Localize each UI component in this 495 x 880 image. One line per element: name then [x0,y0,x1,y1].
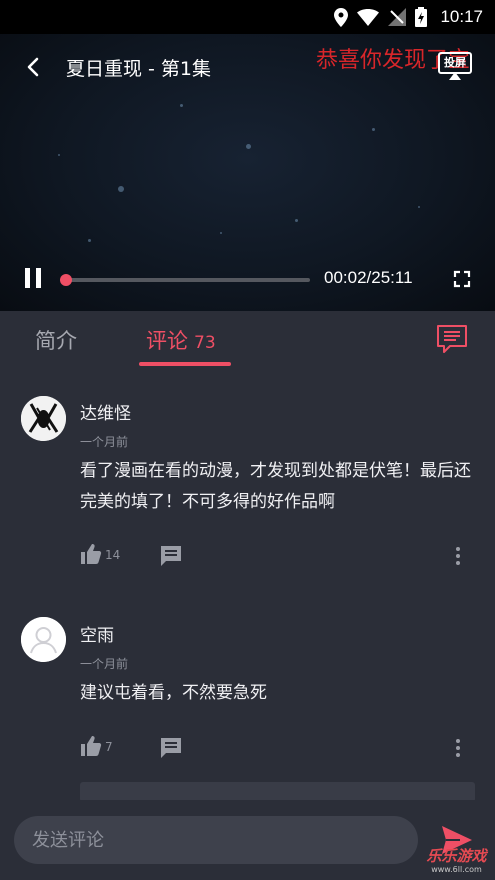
watermark-text: 乐乐游戏 [426,847,487,865]
default-avatar-icon [21,617,66,662]
status-time: 10:17 [440,7,483,26]
video-title: 夏日重现 - 第1集 [66,58,212,80]
thumbs-up-icon [81,544,102,564]
reply-icon[interactable] [160,545,182,567]
like-count: 7 [105,740,113,754]
like-button[interactable]: 7 [80,735,140,761]
status-bar: 10:17 [0,0,495,34]
tab-comments-label: 评论 [146,329,188,353]
comment-count: 73 [194,333,216,353]
battery-icon [415,7,428,27]
wifi-icon [357,8,380,26]
signal-icon [388,8,407,26]
comment-username[interactable]: 达维怪 [80,399,131,424]
reply-preview-box[interactable] [80,782,475,802]
watermark-logo: 乐乐游戏 www.6ll.com [418,848,495,880]
comment-time: 一个月前 [80,435,129,449]
comment-input[interactable] [14,816,418,864]
avatar-image [21,396,66,441]
comment-username[interactable]: 空雨 [80,621,114,646]
avatar[interactable] [21,617,66,662]
back-button[interactable] [18,52,48,82]
pause-button[interactable] [22,266,44,290]
tab-comments[interactable]: 评论 73 [146,325,216,355]
like-count: 14 [105,548,121,562]
comment-content: 看了漫画在看的动漫，才发现到处都是伏笔！最后还完美的填了！不可多得的好作品啊 [80,461,471,512]
danmaku-list-icon[interactable] [436,324,468,354]
more-options-icon[interactable] [450,545,466,567]
cast-label: 投屏 [444,56,466,69]
tab-underline [139,362,231,366]
video-player[interactable]: 夏日重现 - 第1集 恭喜你发现了宝 投屏 00:02/25:11 [0,34,495,311]
progress-knob[interactable] [60,274,72,286]
tab-intro[interactable]: 简介 [35,325,77,355]
reply-icon[interactable] [160,737,182,759]
watermark-url: www.6ll.com [431,865,482,874]
cast-button[interactable]: 投屏 [438,52,472,82]
comment-time: 一个月前 [80,657,129,671]
like-button[interactable]: 14 [80,543,140,569]
playback-time: 00:02/25:11 [324,268,413,287]
more-options-icon[interactable] [450,737,466,759]
tab-bar: 简介 评论 73 [0,311,495,369]
avatar[interactable] [21,396,66,441]
location-icon [334,7,349,27]
comment-content: 建议屯着看，不然要急死 [80,683,267,703]
progress-bar[interactable] [64,278,310,282]
fullscreen-button[interactable] [452,269,472,289]
comment-input-bar: 乐乐游戏 www.6ll.com [0,800,495,880]
thumbs-up-icon [81,736,102,756]
